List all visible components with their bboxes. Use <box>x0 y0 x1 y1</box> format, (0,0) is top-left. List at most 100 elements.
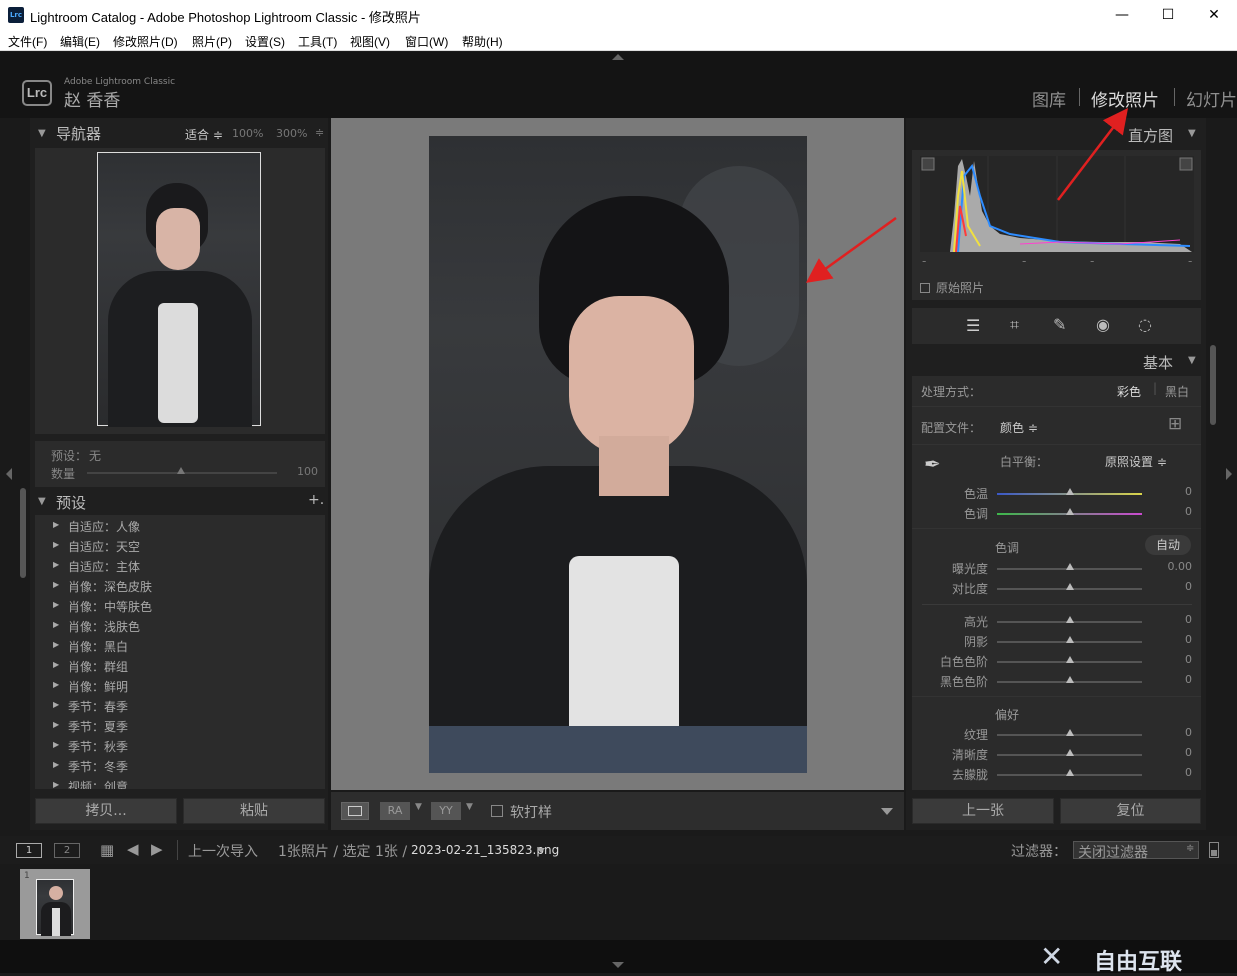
preset-item[interactable]: 肖像：深色皮肤 <box>68 578 152 595</box>
histogram-chart[interactable] <box>920 156 1194 252</box>
menu-photo[interactable]: 照片(P) <box>192 33 232 50</box>
add-preset-icon[interactable]: +. <box>308 492 324 508</box>
preset-item[interactable]: 季节：春季 <box>68 698 128 715</box>
redeye-icon[interactable]: ◉ <box>1096 315 1110 334</box>
dropdown-icon[interactable]: ▼ <box>466 802 473 812</box>
collapse-left-icon[interactable] <box>6 468 12 480</box>
treatment-color[interactable]: 彩色 <box>1117 383 1141 400</box>
menu-help[interactable]: 帮助(H) <box>462 33 503 50</box>
basic-collapse-icon[interactable]: ▼ <box>1188 355 1196 366</box>
collapse-bottom-icon[interactable] <box>612 962 624 968</box>
expand-icon[interactable]: ▶ <box>53 700 59 709</box>
dehaze-thumb[interactable] <box>1066 769 1074 776</box>
profile-browser-icon[interactable]: ⊞ <box>1168 414 1182 434</box>
heal-icon[interactable]: ✎ <box>1053 315 1066 334</box>
presets-collapse-icon[interactable]: ▼ <box>38 496 46 507</box>
close-button[interactable]: ✕ <box>1191 0 1237 30</box>
dehaze-value[interactable]: 0 <box>1162 766 1192 779</box>
preset-item[interactable]: 视频：创意 <box>68 778 128 789</box>
collapse-right-icon[interactable] <box>1226 468 1232 480</box>
preset-item[interactable]: 季节：秋季 <box>68 738 128 755</box>
expand-icon[interactable]: ▶ <box>53 780 59 789</box>
whites-thumb[interactable] <box>1066 656 1074 663</box>
preset-item[interactable]: 肖像：浅肤色 <box>68 618 140 635</box>
zoom-fit[interactable]: 适合 ≑ <box>185 126 223 143</box>
preset-item[interactable]: 肖像：中等肤色 <box>68 598 152 615</box>
expand-icon[interactable]: ▶ <box>53 760 59 769</box>
exposure-thumb[interactable] <box>1066 563 1074 570</box>
mask-icon[interactable]: ◌ <box>1138 315 1152 334</box>
texture-value[interactable]: 0 <box>1162 726 1192 739</box>
auto-tone-button[interactable]: 自动 <box>1145 535 1191 555</box>
clarity-thumb[interactable] <box>1066 749 1074 756</box>
wb-select[interactable]: 原照设置 ≑ <box>1105 453 1167 470</box>
zoom-300[interactable]: 300% <box>276 127 307 140</box>
filter-select[interactable]: 关闭过滤器 ≑ <box>1073 841 1199 861</box>
view-2-button[interactable]: 2 <box>54 843 80 858</box>
soft-proof-checkbox[interactable] <box>491 805 503 817</box>
expand-icon[interactable]: ▶ <box>53 640 59 649</box>
grid-icon[interactable]: ▦ <box>100 841 114 859</box>
shadows-thumb[interactable] <box>1066 636 1074 643</box>
dropdown-icon[interactable]: ▼ <box>415 802 422 812</box>
expand-icon[interactable]: ▶ <box>53 520 59 529</box>
exposure-value[interactable]: 0.00 <box>1156 560 1193 573</box>
module-library[interactable]: 图库 <box>1032 86 1066 111</box>
crop-icon[interactable]: ⌗ <box>1010 315 1019 335</box>
preset-item[interactable]: 自适应：主体 <box>68 558 140 575</box>
shadows-value[interactable]: 0 <box>1162 633 1192 646</box>
copy-button[interactable]: 拷贝... <box>35 798 177 824</box>
menu-file[interactable]: 文件(F) <box>8 33 47 50</box>
reset-button[interactable]: 复位 <box>1060 798 1201 824</box>
collapse-top-icon[interactable] <box>612 54 624 60</box>
previous-button[interactable]: 上一张 <box>912 798 1054 824</box>
treatment-bw[interactable]: 黑白 <box>1165 383 1189 400</box>
menu-develop[interactable]: 修改照片(D) <box>113 33 178 50</box>
view-1-button[interactable]: 1 <box>16 843 42 858</box>
menu-window[interactable]: 窗口(W) <box>405 33 448 50</box>
clarity-value[interactable]: 0 <box>1162 746 1192 759</box>
expand-icon[interactable]: ▶ <box>53 740 59 749</box>
blacks-thumb[interactable] <box>1066 676 1074 683</box>
photo-canvas[interactable] <box>331 118 904 790</box>
highlights-value[interactable]: 0 <box>1162 613 1192 626</box>
expand-icon[interactable]: ▶ <box>53 540 59 549</box>
expand-icon[interactable]: ▶ <box>53 660 59 669</box>
filmstrip-cell[interactable]: 1 <box>20 869 90 939</box>
paste-button[interactable]: 粘贴 <box>183 798 325 824</box>
menu-settings[interactable]: 设置(S) <box>245 33 285 50</box>
preset-item[interactable]: 肖像：黑白 <box>68 638 128 655</box>
menu-tools[interactable]: 工具(T) <box>298 33 337 50</box>
expand-icon[interactable]: ▶ <box>53 600 59 609</box>
menu-view[interactable]: 视图(V) <box>350 33 390 50</box>
toolbar-menu-icon[interactable] <box>881 808 893 815</box>
minimize-button[interactable]: — <box>1099 0 1145 30</box>
navigator-preview[interactable] <box>35 148 325 434</box>
amount-thumb[interactable] <box>177 467 185 474</box>
navigator-collapse-icon[interactable]: ▼ <box>38 128 46 139</box>
menu-edit[interactable]: 编辑(E) <box>60 33 100 50</box>
before-after-lr-button[interactable]: RA <box>380 802 410 820</box>
contrast-thumb[interactable] <box>1066 583 1074 590</box>
expand-icon[interactable]: ▶ <box>53 580 59 589</box>
eyedropper-icon[interactable]: ✒ <box>924 452 941 476</box>
preset-item[interactable]: 季节：冬季 <box>68 758 128 775</box>
temp-value[interactable]: 0 <box>1162 485 1192 498</box>
expand-icon[interactable]: ▶ <box>53 720 59 729</box>
preset-item[interactable]: 自适应：天空 <box>68 538 140 555</box>
filter-lock-icon[interactable] <box>1209 842 1219 858</box>
module-develop[interactable]: 修改照片 <box>1091 86 1159 111</box>
tint-value[interactable]: 0 <box>1162 505 1192 518</box>
original-photo-checkbox[interactable] <box>920 283 930 293</box>
texture-thumb[interactable] <box>1066 729 1074 736</box>
contrast-value[interactable]: 0 <box>1162 580 1192 593</box>
expand-icon[interactable]: ▶ <box>53 680 59 689</box>
loupe-view-icon[interactable] <box>341 802 369 820</box>
module-slideshow[interactable]: 幻灯片 <box>1186 86 1237 111</box>
right-scrollbar[interactable] <box>1210 345 1216 425</box>
zoom-menu[interactable]: ≑ <box>315 126 324 139</box>
zoom-100[interactable]: 100% <box>232 127 263 140</box>
profile-select[interactable]: 颜色 ≑ <box>1000 419 1038 436</box>
whites-value[interactable]: 0 <box>1162 653 1192 666</box>
forward-arrow-icon[interactable]: ▶ <box>151 840 163 858</box>
